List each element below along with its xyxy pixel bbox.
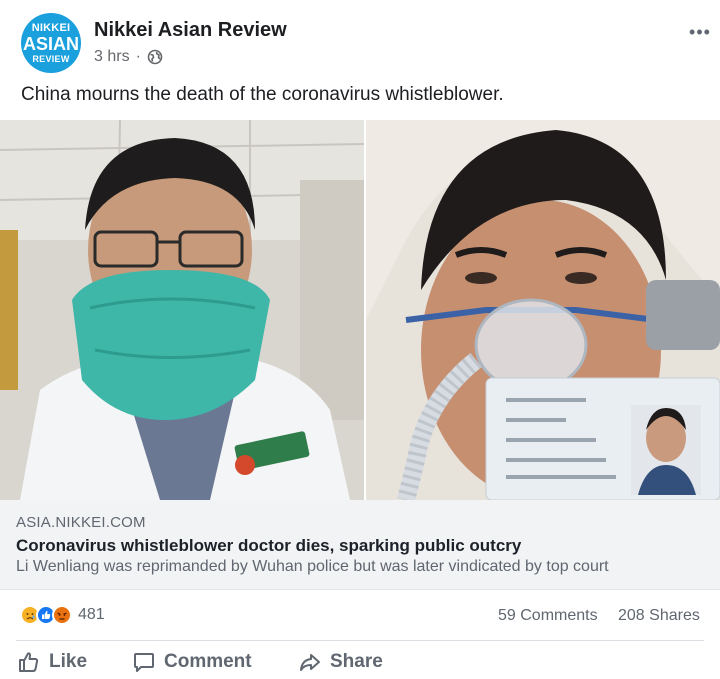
link-description: Li Wenliang was reprimanded by Wuhan pol… xyxy=(16,558,609,575)
globe-icon xyxy=(147,49,163,65)
avatar-text-line1: NIKKEI xyxy=(31,21,71,34)
actions-divider xyxy=(16,640,704,641)
like-label: Like xyxy=(49,651,88,672)
share-button[interactable]: Share xyxy=(298,650,383,674)
post-actions: Like Comment Share xyxy=(0,648,720,679)
link-domain: ASIA.NIKKEI.COM xyxy=(16,514,146,531)
share-label: Share xyxy=(330,651,383,672)
post-timestamp[interactable]: 3 hrs xyxy=(94,48,130,66)
page-name-link[interactable]: Nikkei Asian Review xyxy=(94,19,287,42)
post-message: China mourns the death of the coronaviru… xyxy=(21,84,504,105)
reaction-count: 481 xyxy=(78,606,105,623)
share-arrow-icon xyxy=(298,650,322,674)
post-header: NIKKEI ASIAN REVIEW Nikkei Asian Review … xyxy=(0,0,720,80)
comment-label: Comment xyxy=(164,651,252,672)
comment-bubble-icon xyxy=(132,650,156,674)
thumbs-up-icon xyxy=(17,650,41,674)
more-options-icon[interactable]: ••• xyxy=(688,22,712,42)
link-preview[interactable]: ASIA.NIKKEI.COM Coronavirus whistleblowe… xyxy=(0,500,720,590)
shares-count-link[interactable]: 208 Shares xyxy=(618,607,700,625)
like-button[interactable]: Like xyxy=(17,650,87,674)
reactions-summary[interactable]: 481 xyxy=(20,605,105,625)
post-meta: 3 hrs · xyxy=(94,48,163,66)
angry-reaction-icon xyxy=(52,605,72,625)
doctor-with-id-card-photo[interactable] xyxy=(366,120,720,500)
comment-button[interactable]: Comment xyxy=(132,650,252,674)
link-title[interactable]: Coronavirus whistleblower doctor dies, s… xyxy=(16,536,521,556)
page-avatar[interactable]: NIKKEI ASIAN REVIEW xyxy=(21,13,81,73)
doctor-in-mask-photo[interactable] xyxy=(0,120,364,500)
post-stats: 481 59 Comments 208 Shares xyxy=(0,600,720,634)
avatar-text-line2: ASIAN xyxy=(22,33,79,54)
avatar-text-line3: REVIEW xyxy=(32,53,70,64)
meta-separator: · xyxy=(135,48,141,65)
comments-count-link[interactable]: 59 Comments xyxy=(498,607,598,625)
